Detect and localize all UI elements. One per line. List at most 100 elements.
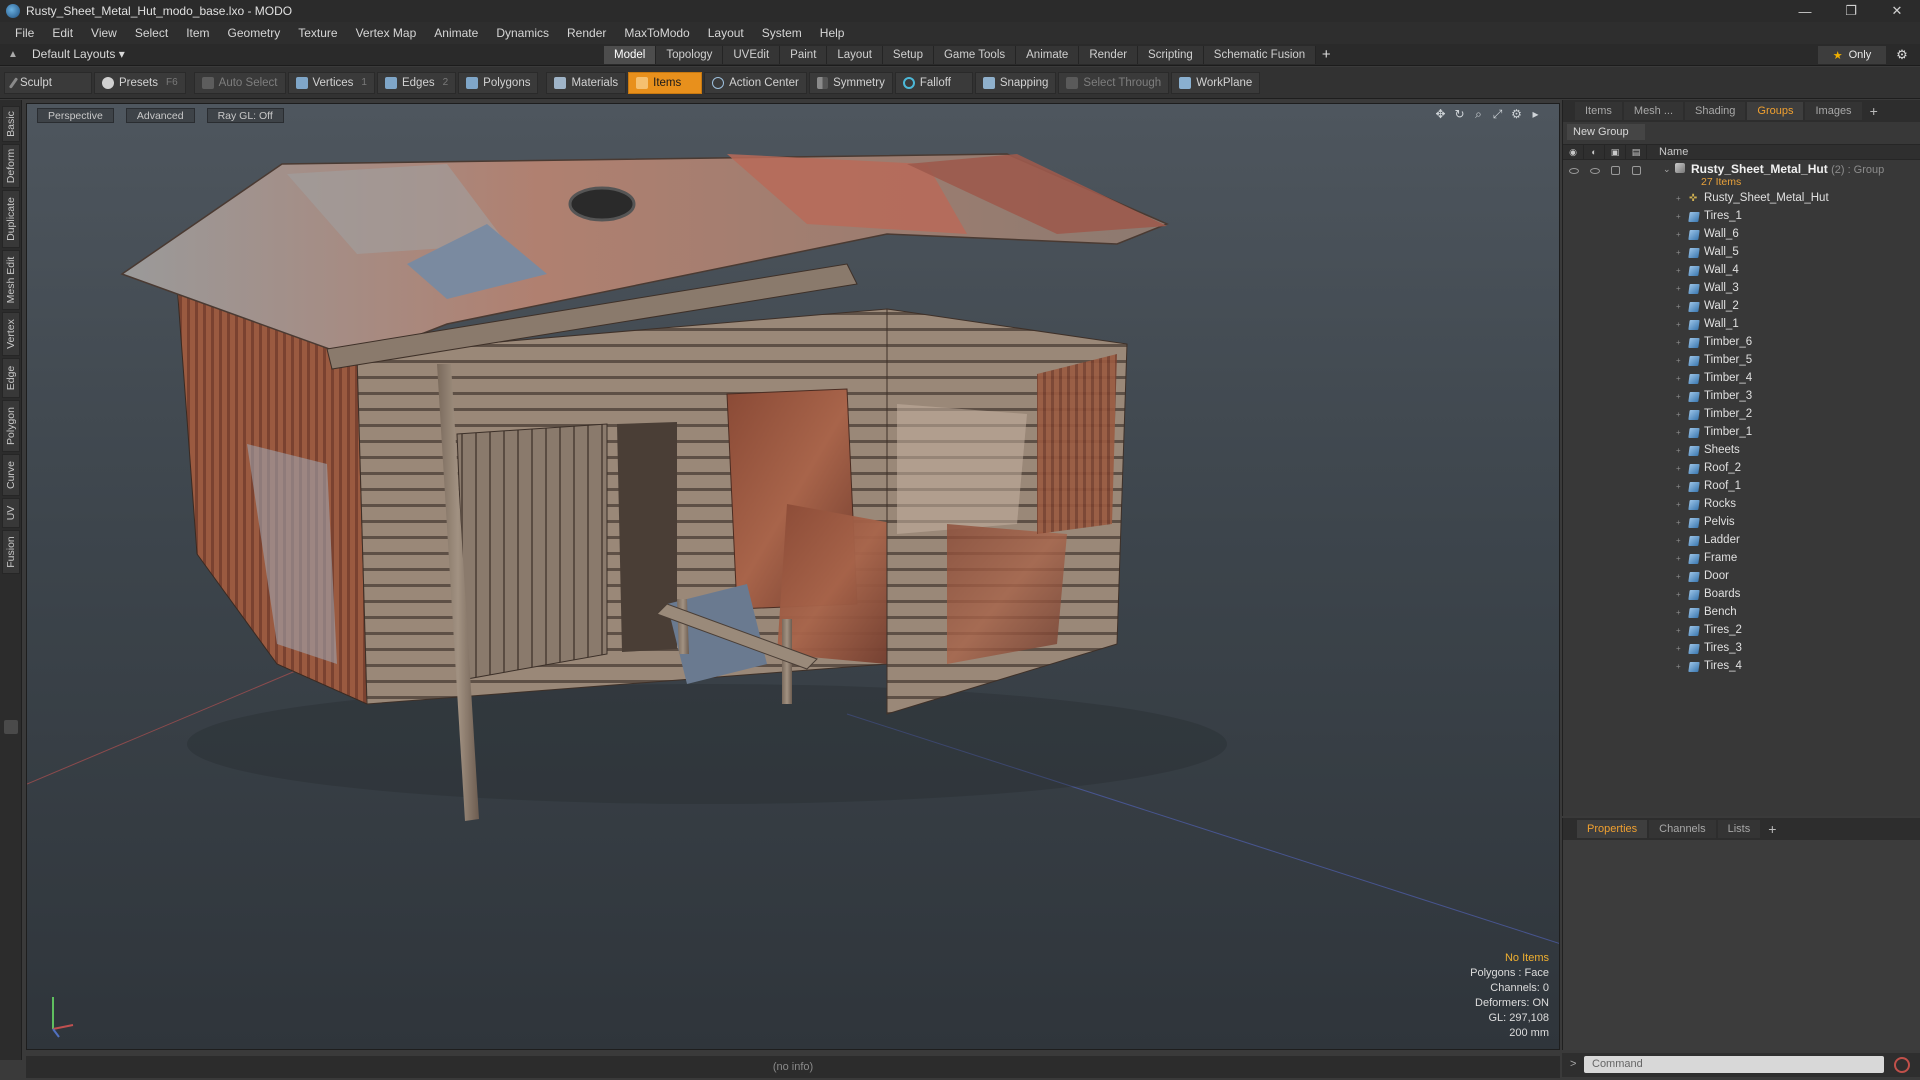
tab-vertex[interactable]: Vertex: [2, 312, 20, 356]
group-item-row[interactable]: + Bench: [1563, 604, 1920, 622]
menu-file[interactable]: File: [6, 26, 43, 40]
tab-mesh[interactable]: Mesh ...: [1623, 102, 1684, 120]
items-button[interactable]: Items: [628, 71, 703, 94]
tab-topology[interactable]: Topology: [656, 46, 724, 64]
tab-uv[interactable]: UV: [2, 498, 20, 528]
viewport-settings-icon[interactable]: ⚙: [1507, 107, 1526, 123]
expand-icon[interactable]: +: [1676, 230, 1681, 239]
strip-toggle-icon[interactable]: [4, 720, 18, 734]
expand-icon[interactable]: +: [1676, 266, 1681, 275]
restore-icon[interactable]: ❐: [1828, 0, 1874, 22]
expand-icon[interactable]: +: [1676, 590, 1681, 599]
tab-fusion[interactable]: Fusion: [2, 530, 20, 574]
tab-polygon[interactable]: Polygon: [2, 400, 20, 452]
falloff-button[interactable]: Falloff: [894, 71, 973, 94]
menu-help[interactable]: Help: [811, 26, 854, 40]
expand-icon[interactable]: +: [1676, 482, 1681, 491]
only-toggle-button[interactable]: ★ Only: [1818, 46, 1886, 64]
new-group-button[interactable]: New Group: [1567, 124, 1645, 140]
expand-icon[interactable]: +: [1676, 212, 1681, 221]
layout-home-icon[interactable]: ▲: [8, 49, 20, 60]
menu-layout[interactable]: Layout: [699, 26, 753, 40]
lock-column-icon[interactable]: ▣: [1605, 144, 1626, 160]
fit-view-icon[interactable]: ⤢: [1488, 107, 1507, 123]
gear-icon[interactable]: ⚙: [1894, 47, 1910, 63]
group-item-row[interactable]: + Sheets: [1563, 442, 1920, 460]
group-item-row[interactable]: + Frame: [1563, 550, 1920, 568]
group-item-row[interactable]: + Wall_3: [1563, 280, 1920, 298]
close-icon[interactable]: ✕: [1874, 0, 1920, 22]
expand-icon[interactable]: +: [1676, 608, 1681, 617]
select-through-button[interactable]: Select Through: [1058, 71, 1170, 94]
select-box-icon[interactable]: [1632, 166, 1641, 175]
tab-scripting[interactable]: Scripting: [1138, 46, 1204, 64]
tab-game-tools[interactable]: Game Tools: [933, 46, 1017, 64]
expand-icon[interactable]: +: [1676, 248, 1681, 257]
tab-animate[interactable]: Animate: [1016, 46, 1080, 64]
tab-items[interactable]: Items: [1575, 102, 1622, 120]
expand-icon[interactable]: +: [1676, 284, 1681, 293]
expand-icon[interactable]: +: [1676, 518, 1681, 527]
menu-animate[interactable]: Animate: [425, 26, 487, 40]
add-properties-tab-icon[interactable]: +: [1762, 821, 1782, 837]
group-item-row[interactable]: + Tires_2: [1563, 622, 1920, 640]
menu-texture[interactable]: Texture: [289, 26, 346, 40]
menu-dynamics[interactable]: Dynamics: [487, 26, 558, 40]
tab-paint[interactable]: Paint: [780, 46, 828, 64]
group-item-row[interactable]: + Roof_1: [1563, 478, 1920, 496]
group-item-row[interactable]: + Timber_4: [1563, 370, 1920, 388]
tab-lists[interactable]: Lists: [1717, 820, 1761, 838]
group-item-row[interactable]: + Ladder: [1563, 532, 1920, 550]
3d-viewport[interactable]: Perspective Advanced Ray GL: Off ✥ ↻ ⌕ ⤢…: [26, 103, 1560, 1050]
expand-icon[interactable]: +: [1676, 320, 1681, 329]
menu-maxtomodo[interactable]: MaxToModo: [615, 26, 698, 40]
expand-icon[interactable]: +: [1676, 536, 1681, 545]
menu-view[interactable]: View: [82, 26, 126, 40]
menu-geometry[interactable]: Geometry: [219, 26, 290, 40]
expand-icon[interactable]: +: [1676, 428, 1681, 437]
expand-icon[interactable]: +: [1676, 464, 1681, 473]
action-center-button[interactable]: Action Center: [704, 71, 807, 94]
group-item-row[interactable]: + Rocks: [1563, 496, 1920, 514]
view-mode-dropdown[interactable]: Perspective: [37, 108, 114, 123]
auto-select-button[interactable]: Auto Select: [193, 71, 286, 94]
group-item-row[interactable]: + Wall_4: [1563, 262, 1920, 280]
tab-setup[interactable]: Setup: [882, 46, 934, 64]
tab-uvedit[interactable]: UVEdit: [723, 46, 781, 64]
command-input[interactable]: Command: [1584, 1056, 1884, 1073]
group-item-row[interactable]: + Timber_5: [1563, 352, 1920, 370]
tab-model[interactable]: Model: [604, 46, 657, 64]
group-item-row[interactable]: + ✜ Rusty_Sheet_Metal_Hut: [1563, 190, 1920, 208]
tab-curve[interactable]: Curve: [2, 454, 20, 496]
tab-groups[interactable]: Groups: [1747, 102, 1804, 120]
group-item-row[interactable]: + Pelvis: [1563, 514, 1920, 532]
expand-icon[interactable]: +: [1676, 356, 1681, 365]
add-layout-tab-icon[interactable]: +: [1316, 46, 1336, 64]
select-column-icon[interactable]: ▤: [1626, 144, 1647, 160]
eye-icon[interactable]: [1569, 168, 1579, 174]
presets-button[interactable]: Presets F6: [94, 71, 186, 94]
expand-icon[interactable]: +: [1676, 572, 1681, 581]
menu-edit[interactable]: Edit: [43, 26, 82, 40]
rotate-view-icon[interactable]: ↻: [1450, 107, 1469, 123]
expand-icon[interactable]: +: [1676, 644, 1681, 653]
layout-selector[interactable]: ▲ Default Layouts ▾: [8, 47, 125, 61]
sculpt-button[interactable]: Sculpt: [4, 71, 92, 94]
tab-duplicate[interactable]: Duplicate: [2, 190, 20, 248]
move-view-icon[interactable]: ✥: [1431, 107, 1450, 123]
materials-button[interactable]: Materials: [546, 71, 627, 94]
expand-icon[interactable]: +: [1676, 410, 1681, 419]
group-item-row[interactable]: + Timber_6: [1563, 334, 1920, 352]
expand-icon[interactable]: +: [1676, 194, 1681, 203]
tab-schematic-fusion[interactable]: Schematic Fusion: [1203, 46, 1317, 64]
visibility-column-icon[interactable]: ◉: [1563, 144, 1584, 160]
group-row[interactable]: ⌄ Rusty_Sheet_Metal_Hut (2) : Group 27 I…: [1563, 160, 1920, 190]
expand-icon[interactable]: +: [1676, 392, 1681, 401]
command-record-icon[interactable]: [1894, 1057, 1910, 1073]
render-column-icon[interactable]: ◐: [1584, 144, 1605, 160]
expand-icon[interactable]: +: [1676, 374, 1681, 383]
tab-shading[interactable]: Shading: [1685, 102, 1746, 120]
symmetry-button[interactable]: Symmetry: [808, 71, 893, 94]
snapping-button[interactable]: Snapping: [974, 71, 1057, 94]
tab-edge[interactable]: Edge: [2, 358, 20, 398]
